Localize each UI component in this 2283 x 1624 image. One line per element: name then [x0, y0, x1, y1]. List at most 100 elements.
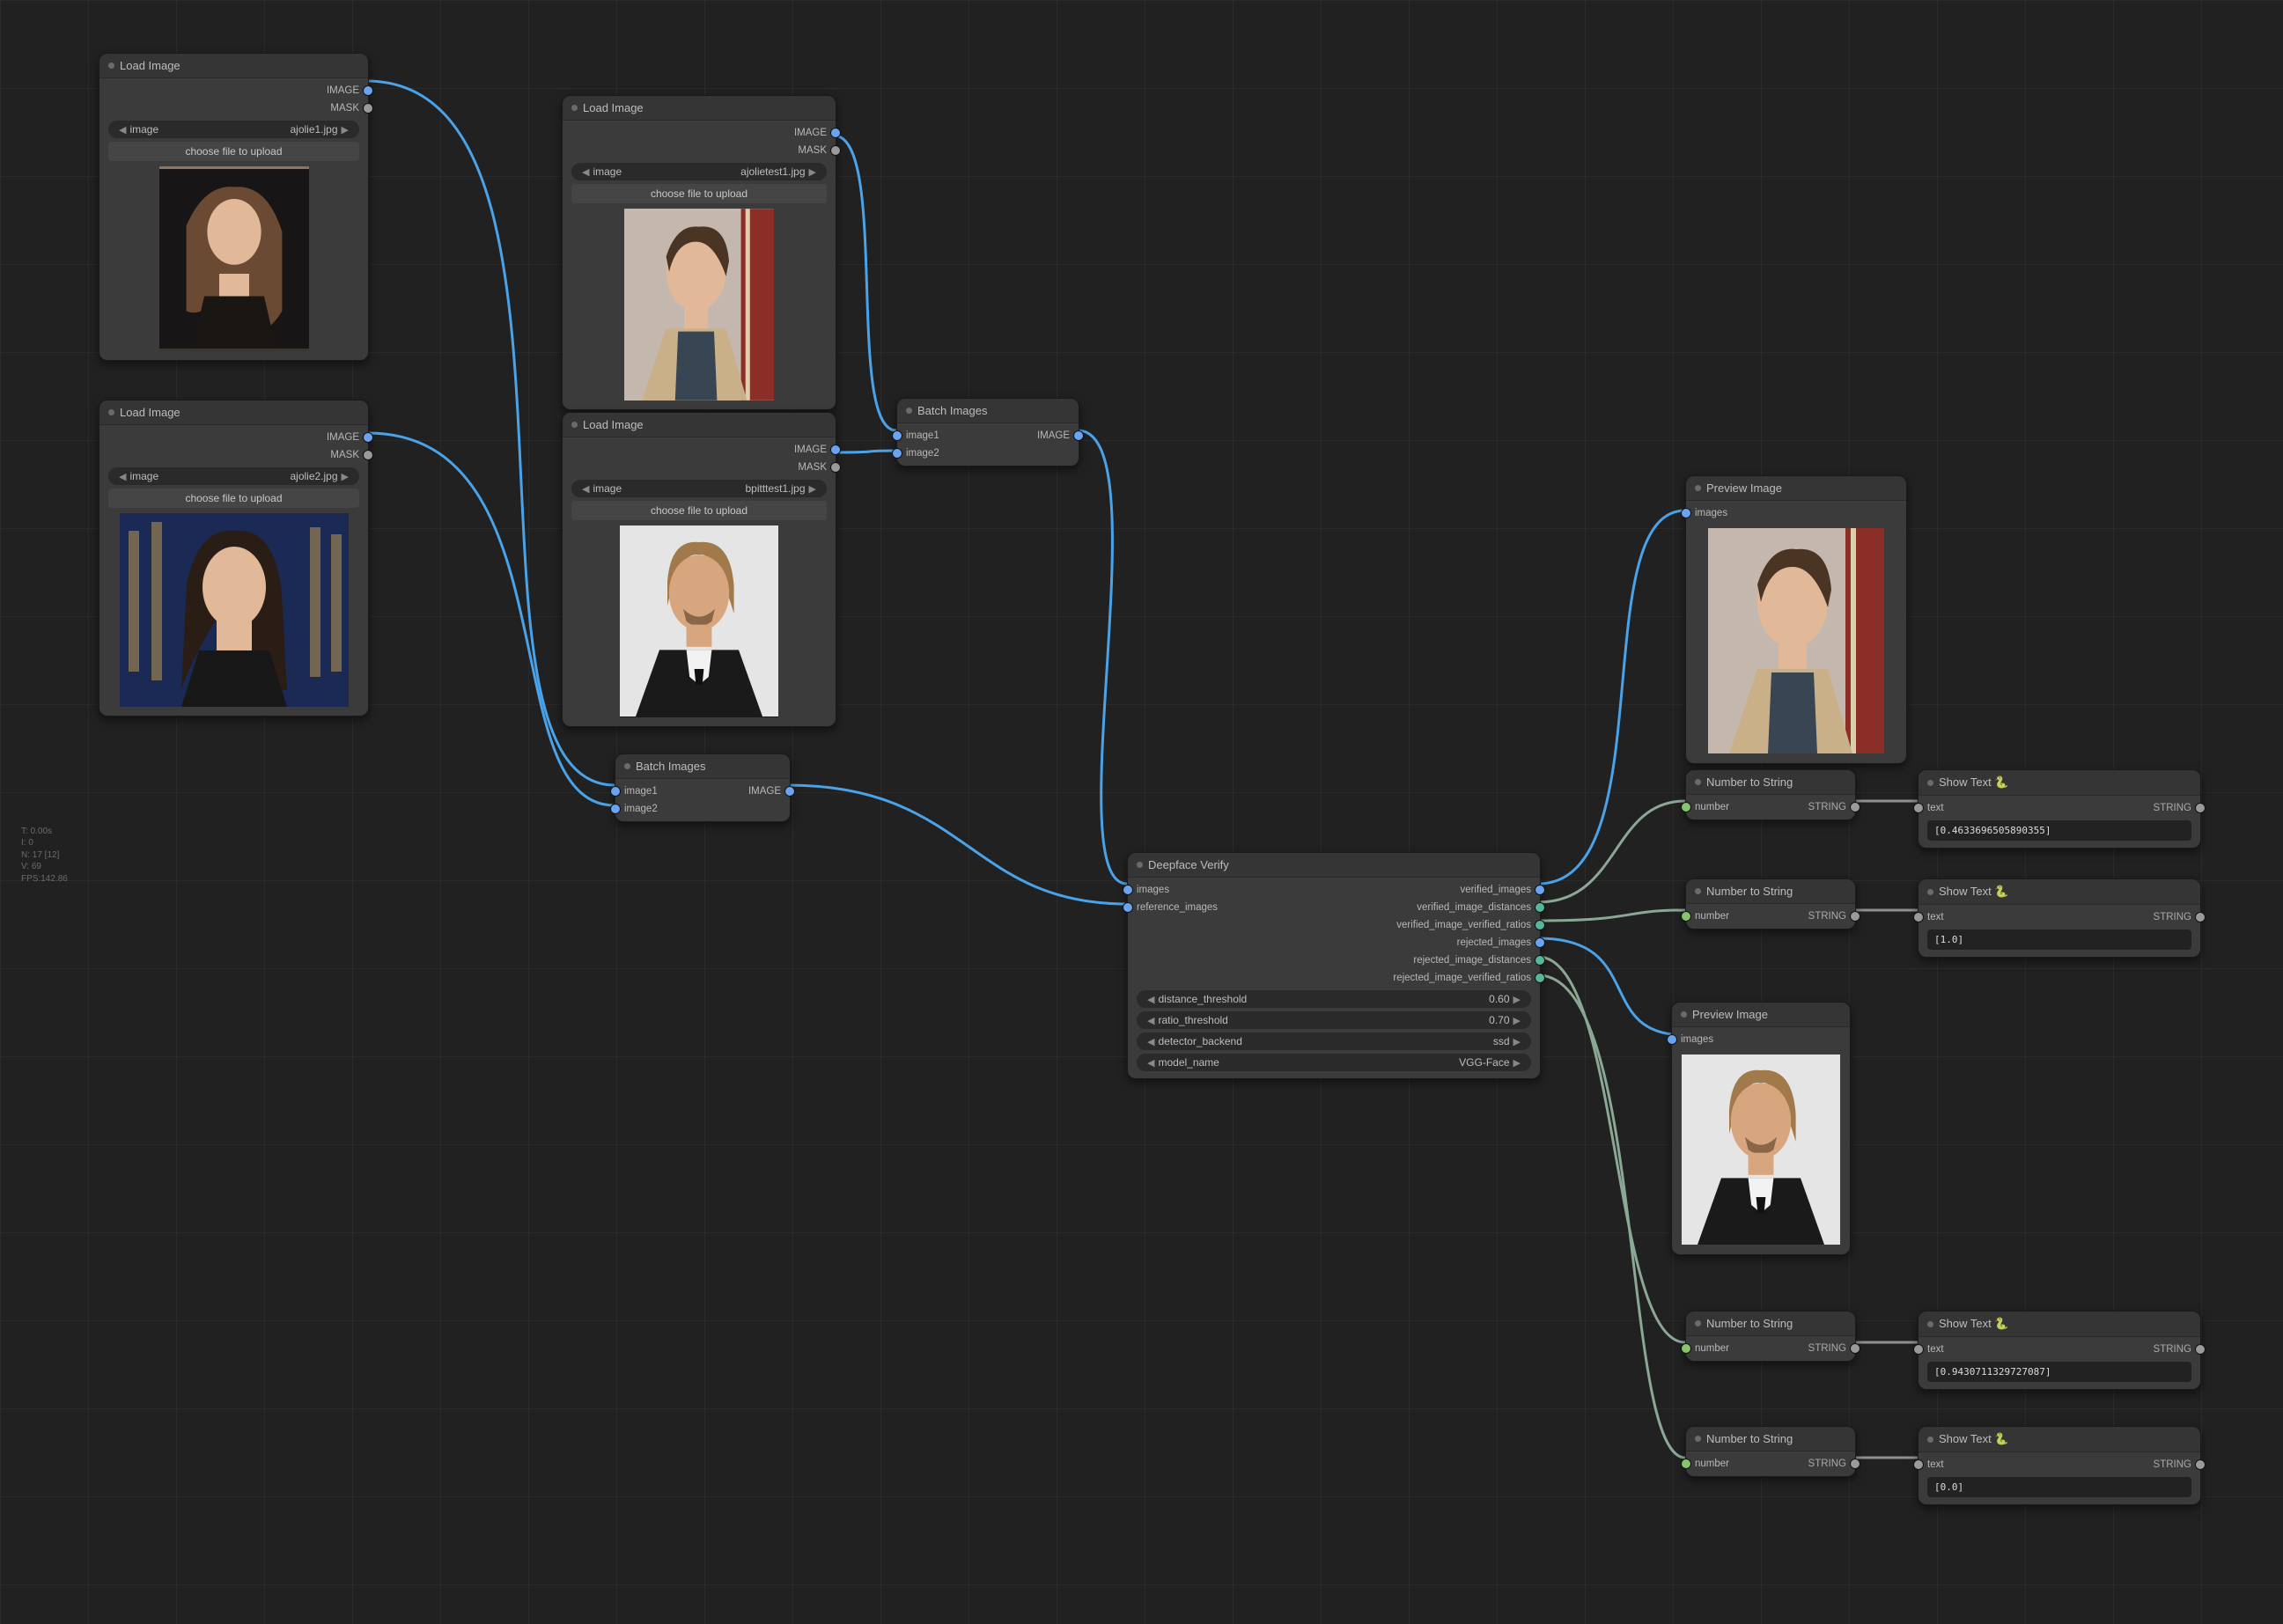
collapse-dot-icon[interactable] [1927, 889, 1933, 895]
input-port-image2[interactable] [892, 448, 902, 459]
node-title[interactable]: Number to String [1686, 1427, 1855, 1451]
input-port-reference[interactable] [1123, 902, 1133, 913]
node-show-text-3[interactable]: Show Text 🐍 textSTRING [0.94307113297270… [1918, 1311, 2201, 1390]
node-title[interactable]: Batch Images [615, 754, 790, 779]
input-port-images[interactable] [1667, 1034, 1677, 1045]
node-title[interactable]: Show Text 🐍 [1918, 1427, 2200, 1452]
input-port-images[interactable] [1123, 885, 1133, 895]
collapse-dot-icon[interactable] [1695, 485, 1701, 491]
node-title[interactable]: Number to String [1686, 1312, 1855, 1336]
collapse-dot-icon[interactable] [1695, 1320, 1701, 1326]
node-title[interactable]: Batch Images [897, 399, 1079, 423]
ratio-threshold-widget[interactable]: ◀ratio_threshold0.70▶ [1137, 1011, 1531, 1029]
node-batch-images-1[interactable]: Batch Images image1IMAGE image2 [896, 398, 1079, 467]
output-port-string[interactable] [1850, 802, 1860, 812]
detector-backend-widget[interactable]: ◀detector_backendssd▶ [1137, 1032, 1531, 1050]
output-port-string[interactable] [2195, 912, 2206, 922]
collapse-dot-icon[interactable] [571, 422, 578, 428]
collapse-dot-icon[interactable] [1927, 1321, 1933, 1327]
collapse-dot-icon[interactable] [108, 409, 114, 415]
next-arrow-icon[interactable]: ▶ [806, 166, 820, 178]
node-number-to-string-4[interactable]: Number to String numberSTRING [1685, 1426, 1856, 1477]
node-title[interactable]: Load Image [99, 54, 368, 78]
next-arrow-icon[interactable]: ▶ [1510, 1036, 1524, 1047]
output-port-string[interactable] [1850, 911, 1860, 922]
input-port-number[interactable] [1681, 911, 1691, 922]
node-title[interactable]: Show Text 🐍 [1918, 1312, 2200, 1337]
collapse-dot-icon[interactable] [1695, 1436, 1701, 1442]
input-port-text[interactable] [1913, 803, 1924, 813]
next-arrow-icon[interactable]: ▶ [338, 471, 352, 482]
node-title[interactable]: Show Text 🐍 [1918, 770, 2200, 796]
collapse-dot-icon[interactable] [1927, 1437, 1933, 1443]
output-port-rejected-ratios[interactable] [1535, 973, 1545, 983]
node-number-to-string-2[interactable]: Number to String numberSTRING [1685, 878, 1856, 930]
prev-arrow-icon[interactable]: ◀ [115, 124, 129, 136]
next-arrow-icon[interactable]: ▶ [338, 124, 352, 136]
output-port-image[interactable] [830, 128, 841, 138]
collapse-dot-icon[interactable] [1695, 888, 1701, 894]
upload-button[interactable]: choose file to upload [571, 501, 827, 520]
input-port-text[interactable] [1913, 1344, 1924, 1355]
next-arrow-icon[interactable]: ▶ [1510, 1015, 1524, 1026]
output-port-mask[interactable] [830, 145, 841, 156]
output-port-mask[interactable] [363, 103, 373, 114]
prev-arrow-icon[interactable]: ◀ [578, 166, 593, 178]
output-port-mask[interactable] [830, 462, 841, 473]
output-port-image[interactable] [363, 85, 373, 96]
output-port-string[interactable] [1850, 1343, 1860, 1354]
output-port-image[interactable] [830, 445, 841, 455]
input-port-number[interactable] [1681, 802, 1691, 812]
image-file-widget[interactable]: ◀imageajolie2.jpg▶ [108, 467, 359, 485]
output-port-verified-ratios[interactable] [1535, 920, 1545, 930]
output-port-string[interactable] [2195, 1344, 2206, 1355]
image-file-widget[interactable]: ◀imageajolie1.jpg▶ [108, 121, 359, 138]
node-number-to-string-3[interactable]: Number to String numberSTRING [1685, 1311, 1856, 1362]
node-load-image-4[interactable]: Load Image IMAGE MASK ◀imagebpitttest1.j… [562, 412, 836, 727]
node-load-image-2[interactable]: Load Image IMAGE MASK ◀imageajolie2.jpg▶… [99, 400, 369, 716]
output-port-string[interactable] [1850, 1459, 1860, 1469]
node-preview-image-2[interactable]: Preview Image images [1671, 1002, 1851, 1255]
output-port-verified-distances[interactable] [1535, 902, 1545, 913]
input-port-text[interactable] [1913, 912, 1924, 922]
node-title[interactable]: Show Text 🐍 [1918, 879, 2200, 905]
node-load-image-3[interactable]: Load Image IMAGE MASK ◀imageajolietest1.… [562, 95, 836, 410]
input-port-image1[interactable] [892, 430, 902, 441]
output-port-image[interactable] [363, 432, 373, 443]
output-port-image[interactable] [1073, 430, 1084, 441]
output-port-image[interactable] [784, 786, 795, 797]
distance-threshold-widget[interactable]: ◀distance_threshold0.60▶ [1137, 990, 1531, 1008]
prev-arrow-icon[interactable]: ◀ [1144, 1057, 1158, 1069]
upload-button[interactable]: choose file to upload [108, 142, 359, 161]
collapse-dot-icon[interactable] [1695, 779, 1701, 785]
node-title[interactable]: Number to String [1686, 879, 1855, 904]
collapse-dot-icon[interactable] [906, 408, 912, 414]
node-load-image-1[interactable]: Load Image IMAGE MASK ◀imageajolie1.jpg▶… [99, 53, 369, 361]
prev-arrow-icon[interactable]: ◀ [1144, 994, 1158, 1005]
input-port-images[interactable] [1681, 508, 1691, 518]
node-show-text-2[interactable]: Show Text 🐍 textSTRING [1.0] [1918, 878, 2201, 958]
node-preview-image-1[interactable]: Preview Image images [1685, 475, 1907, 764]
next-arrow-icon[interactable]: ▶ [1510, 994, 1524, 1005]
node-show-text-1[interactable]: Show Text 🐍 textSTRING [0.46336965058903… [1918, 769, 2201, 849]
collapse-dot-icon[interactable] [1681, 1011, 1687, 1018]
prev-arrow-icon[interactable]: ◀ [578, 483, 593, 495]
image-file-widget[interactable]: ◀imageajolietest1.jpg▶ [571, 163, 827, 180]
input-port-number[interactable] [1681, 1343, 1691, 1354]
node-number-to-string-1[interactable]: Number to String numberSTRING [1685, 769, 1856, 820]
output-port-rejected-distances[interactable] [1535, 955, 1545, 966]
prev-arrow-icon[interactable]: ◀ [1144, 1015, 1158, 1026]
output-port-verified-images[interactable] [1535, 885, 1545, 895]
collapse-dot-icon[interactable] [624, 763, 630, 769]
node-deepface-verify[interactable]: Deepface Verify imagesverified_images re… [1127, 852, 1541, 1079]
next-arrow-icon[interactable]: ▶ [1510, 1057, 1524, 1069]
input-port-text[interactable] [1913, 1459, 1924, 1470]
output-port-rejected-images[interactable] [1535, 937, 1545, 948]
upload-button[interactable]: choose file to upload [108, 489, 359, 508]
node-title[interactable]: Load Image [563, 413, 836, 437]
node-title[interactable]: Preview Image [1672, 1003, 1850, 1027]
node-title[interactable]: Number to String [1686, 770, 1855, 795]
collapse-dot-icon[interactable] [571, 105, 578, 111]
output-port-string[interactable] [2195, 803, 2206, 813]
upload-button[interactable]: choose file to upload [571, 184, 827, 203]
